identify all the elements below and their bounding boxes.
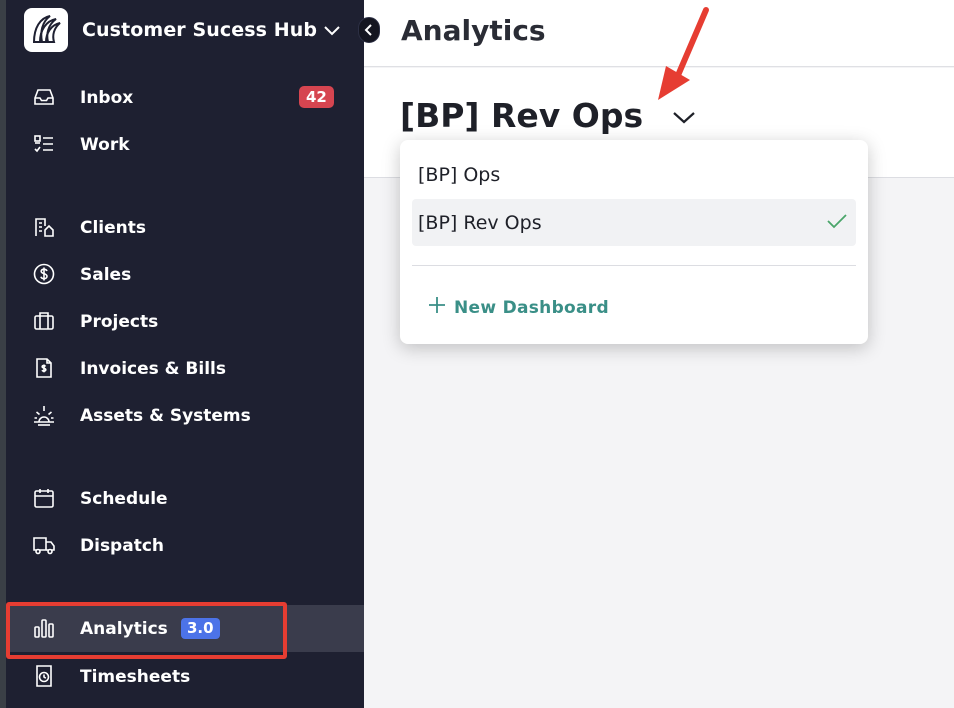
sidebar-item-inbox[interactable]: Inbox 42 xyxy=(6,74,364,121)
page-title: Analytics xyxy=(401,14,546,47)
sidebar-item-schedule[interactable]: Schedule xyxy=(6,475,364,522)
version-badge: 3.0 xyxy=(181,618,220,639)
sidebar-item-label: Analytics xyxy=(80,618,168,639)
checkmark-icon xyxy=(826,212,848,235)
sidebar-item-clients[interactable]: Clients xyxy=(6,204,364,251)
truck-icon xyxy=(32,533,56,557)
plus-icon xyxy=(428,296,446,319)
dropdown-option-ops[interactable]: [BP] Ops xyxy=(412,151,856,198)
dashboard-title: [BP] Rev Ops xyxy=(400,96,644,135)
bar-chart-icon xyxy=(32,616,56,640)
invoice-icon xyxy=(32,356,56,380)
new-dashboard-button[interactable]: New Dashboard xyxy=(428,296,609,319)
sidebar-item-label: Sales xyxy=(80,264,132,285)
org-name: Customer Sucess Hub xyxy=(82,19,318,41)
sidebar-item-label: Work xyxy=(80,134,130,155)
org-switcher[interactable]: Customer Sucess Hub xyxy=(24,8,364,52)
sidebar-item-label: Inbox xyxy=(80,87,134,108)
sidebar-item-label: Projects xyxy=(80,311,159,332)
new-dashboard-label: New Dashboard xyxy=(454,297,609,318)
sidebar-item-projects[interactable]: Projects xyxy=(6,298,364,345)
collapse-sidebar-button[interactable] xyxy=(358,17,380,43)
org-logo xyxy=(24,8,68,52)
clock-sheet-icon xyxy=(32,664,56,688)
dropdown-option-rev-ops[interactable]: [BP] Rev Ops xyxy=(412,199,856,246)
briefcase-icon xyxy=(32,309,56,333)
chevron-down-icon[interactable] xyxy=(671,108,697,130)
annotation-arrow-icon xyxy=(658,7,709,100)
sidebar-item-dispatch[interactable]: Dispatch xyxy=(6,522,364,569)
sidebar-item-label: Invoices & Bills xyxy=(80,358,226,379)
option-label: [BP] Rev Ops xyxy=(418,211,542,234)
sidebar-item-invoices[interactable]: Invoices & Bills xyxy=(6,345,364,392)
sidebar-item-timesheets[interactable]: Timesheets xyxy=(6,653,364,700)
sunrise-icon xyxy=(32,403,56,427)
sidebar-item-label: Clients xyxy=(80,217,147,238)
checklist-icon xyxy=(32,132,56,156)
sidebar-item-label: Timesheets xyxy=(80,666,191,687)
sidebar-item-work[interactable]: Work xyxy=(6,121,364,168)
sidebar-item-analytics[interactable]: Analytics 3.0 xyxy=(6,605,364,652)
sidebar-item-label: Assets & Systems xyxy=(80,405,251,426)
sidebar-item-label: Dispatch xyxy=(80,535,165,556)
sidebar-item-label: Schedule xyxy=(80,488,168,509)
inbox-count-badge: 42 xyxy=(299,86,334,108)
buildings-icon xyxy=(32,215,56,239)
dropdown-divider xyxy=(412,265,856,266)
chevron-down-icon[interactable] xyxy=(322,20,342,44)
dollar-circle-icon xyxy=(32,262,56,286)
calendar-icon xyxy=(32,486,56,510)
inbox-icon xyxy=(32,85,56,109)
dashboard-dropdown-menu: [BP] Ops [BP] Rev Ops New Dashboard xyxy=(400,140,868,344)
sidebar-item-sales[interactable]: Sales xyxy=(6,251,364,298)
sidebar: Customer Sucess Hub Inbox 42 Work Client… xyxy=(6,0,380,708)
option-label: [BP] Ops xyxy=(418,163,501,186)
sidebar-item-assets[interactable]: Assets & Systems xyxy=(6,392,364,439)
